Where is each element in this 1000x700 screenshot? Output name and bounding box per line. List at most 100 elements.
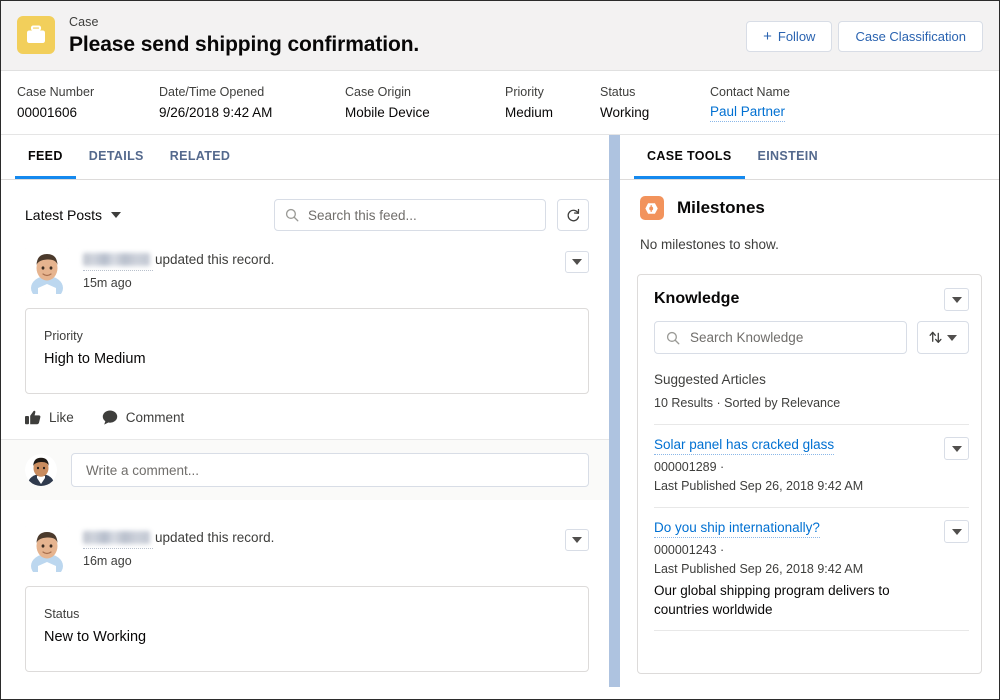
- post-menu-button[interactable]: [565, 529, 589, 551]
- record-tabs: FEED DETAILS RELATED: [1, 135, 609, 180]
- object-type-label: Case: [69, 15, 99, 29]
- case-classification-button[interactable]: Case Classification: [838, 21, 983, 52]
- feed-sort-label: Latest Posts: [25, 207, 103, 223]
- field-case-origin: Case Origin Mobile Device: [345, 83, 505, 120]
- sort-arrows-icon: [929, 331, 942, 343]
- thumbs-up-icon: [25, 410, 41, 425]
- comment-label: Comment: [125, 410, 185, 425]
- record-header-actions: + Follow Case Classification: [746, 13, 983, 52]
- search-icon: [285, 208, 299, 222]
- suggested-articles-heading: Suggested Articles: [654, 372, 766, 387]
- redacted-author-name: [83, 531, 150, 544]
- post-action-text: updated this record.: [155, 252, 275, 267]
- avatar: [25, 454, 57, 486]
- field-status: Status Working: [600, 83, 710, 120]
- record-header-text: Case Please send shipping confirmation.: [69, 13, 419, 58]
- milestones-empty-text: No milestones to show.: [640, 237, 779, 252]
- search-feed-placeholder: Search this feed...: [308, 207, 417, 223]
- chevron-down-icon: [572, 537, 582, 543]
- article-list: Solar panel has cracked glass 000001289 …: [638, 424, 981, 631]
- field-label: Priority: [505, 85, 544, 99]
- milestones-header: Milestones: [640, 196, 979, 220]
- field-priority: Priority Medium: [505, 83, 600, 120]
- record-header: Case Please send shipping confirmation. …: [1, 1, 999, 71]
- field-case-number: Case Number 00001606: [17, 83, 159, 120]
- article-published: Last Published Sep 26, 2018 9:42 AM: [654, 479, 864, 493]
- post-meta: updated this record. 16m ago: [83, 526, 565, 571]
- comment-button[interactable]: Comment: [102, 410, 185, 425]
- case-tools-tabs: CASE TOOLS EINSTEIN: [620, 135, 999, 180]
- field-label: Case Origin: [345, 85, 411, 99]
- page-body: FEED DETAILS RELATED Latest Posts Search…: [1, 135, 999, 687]
- field-change-card: Status New to Working: [25, 586, 589, 672]
- post-meta: updated this record. 15m ago: [83, 248, 565, 293]
- search-feed-input[interactable]: Search this feed...: [274, 199, 546, 231]
- article-snippet: Our global shipping program delivers to …: [654, 583, 890, 617]
- case-record-page: Case Please send shipping confirmation. …: [0, 0, 1000, 700]
- search-icon: [666, 331, 680, 344]
- refresh-feed-button[interactable]: [557, 199, 589, 231]
- article-published: Last Published Sep 26, 2018 9:42 AM: [654, 562, 864, 576]
- record-header-identity: Case Please send shipping confirmation.: [17, 13, 746, 58]
- write-comment-input[interactable]: Write a comment...: [71, 453, 589, 487]
- field-label: Case Number: [17, 85, 95, 99]
- article-body: Solar panel has cracked glass 000001289 …: [654, 436, 944, 496]
- post-author-line: updated this record.: [83, 250, 565, 271]
- refresh-icon: [567, 208, 579, 221]
- field-contact-name: Contact Name Paul Partner: [710, 83, 800, 122]
- post-timestamp: 15m ago: [83, 276, 132, 290]
- field-value: Medium: [505, 105, 554, 120]
- knowledge-menu-button[interactable]: [944, 288, 969, 311]
- knowledge-search-row: Search Knowledge: [638, 311, 981, 354]
- field-datetime-opened: Date/Time Opened 9/26/2018 9:42 AM: [159, 83, 345, 120]
- post-menu-button[interactable]: [565, 251, 589, 273]
- field-value: 9/26/2018 9:42 AM: [159, 105, 273, 120]
- feed-post: updated this record. 15m ago Priority Hi…: [1, 248, 609, 439]
- post-author-link[interactable]: [83, 250, 153, 271]
- milestone-icon: [640, 196, 664, 220]
- tab-case-tools[interactable]: CASE TOOLS: [634, 135, 745, 179]
- knowledge-title: Knowledge: [654, 290, 740, 307]
- field-change-card: Priority High to Medium: [25, 308, 589, 394]
- tab-einstein[interactable]: EINSTEIN: [745, 135, 831, 179]
- feed-sort-dropdown[interactable]: Latest Posts: [25, 207, 274, 223]
- article-number: 000001243 ·: [654, 543, 725, 557]
- write-comment-placeholder: Write a comment...: [86, 462, 200, 478]
- article-menu-button[interactable]: [944, 520, 969, 543]
- left-column: FEED DETAILS RELATED Latest Posts Search…: [1, 135, 609, 687]
- tab-related[interactable]: RELATED: [157, 135, 244, 179]
- page-title: Please send shipping confirmation.: [69, 33, 420, 56]
- article-title-link[interactable]: Solar panel has cracked glass: [654, 436, 835, 455]
- field-label: Contact Name: [710, 85, 790, 99]
- field-value: 00001606: [17, 105, 78, 120]
- sort-articles-button[interactable]: [917, 321, 969, 354]
- field-label: Date/Time Opened: [159, 85, 265, 99]
- highlight-fields: Case Number 00001606 Date/Time Opened 9/…: [1, 71, 999, 135]
- post-actions: Like Comment: [25, 394, 589, 439]
- briefcase-icon: [17, 16, 55, 54]
- chevron-down-icon: [951, 528, 962, 535]
- tab-details[interactable]: DETAILS: [76, 135, 157, 179]
- follow-button[interactable]: + Follow: [746, 21, 833, 52]
- post-author-line: updated this record.: [83, 528, 565, 549]
- like-label: Like: [49, 410, 74, 425]
- feed-post: updated this record. 16m ago Status New …: [1, 500, 609, 672]
- comment-bubble-icon: [102, 410, 117, 425]
- write-comment-row: Write a comment...: [1, 439, 609, 500]
- post-author-link[interactable]: [83, 528, 153, 549]
- change-field-value: New to Working: [44, 629, 147, 645]
- field-value: Mobile Device: [345, 105, 430, 120]
- contact-name-link[interactable]: Paul Partner: [710, 102, 786, 122]
- article-title-link[interactable]: Do you ship internationally?: [654, 519, 820, 538]
- change-field-label: Status: [44, 607, 80, 621]
- list-item: Solar panel has cracked glass 000001289 …: [654, 424, 969, 507]
- tab-feed[interactable]: FEED: [15, 135, 76, 179]
- post-header: updated this record. 15m ago: [25, 248, 589, 294]
- right-column: CASE TOOLS EINSTEIN Milestones No milest…: [620, 135, 999, 687]
- article-body: Do you ship internationally? 000001243 ·…: [654, 519, 944, 619]
- article-number: 000001289 ·: [654, 460, 725, 474]
- article-menu-button[interactable]: [944, 437, 969, 460]
- search-knowledge-input[interactable]: Search Knowledge: [654, 321, 907, 354]
- milestones-section: Milestones No milestones to show.: [620, 180, 999, 252]
- like-button[interactable]: Like: [25, 410, 74, 425]
